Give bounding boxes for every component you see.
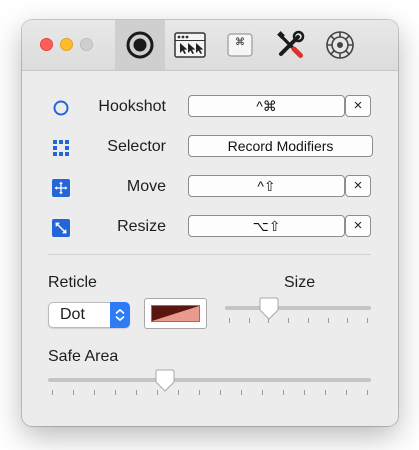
slider-tick — [325, 390, 326, 395]
shortcut-tab-icon: ⌘ — [227, 33, 253, 57]
slider-tick — [367, 318, 368, 323]
hookshot-clear-button[interactable]: × — [345, 95, 371, 117]
tab-shortcuts[interactable]: ⌘ — [215, 20, 265, 70]
size-label: Size — [284, 274, 316, 291]
selector-row: Selector Record Modifiers — [22, 135, 398, 159]
slider-tick — [288, 318, 289, 323]
move-label: Move — [126, 178, 166, 195]
slider-tick — [283, 390, 284, 395]
reticle-label: Reticle — [48, 274, 97, 291]
slider-tick — [304, 390, 305, 395]
slider-tick — [262, 390, 263, 395]
slider-tick — [115, 390, 116, 395]
selector-label: Selector — [107, 138, 166, 155]
safe-area-label: Safe Area — [48, 348, 119, 365]
hookshot-circle-icon — [53, 100, 69, 116]
zoom-button[interactable] — [80, 38, 93, 51]
slider-tick — [249, 318, 250, 323]
tab-advanced[interactable] — [315, 20, 365, 70]
slider-tick — [52, 390, 53, 395]
slider-tick — [220, 390, 221, 395]
slider-tick — [136, 390, 137, 395]
windows-tab-icon — [174, 32, 206, 58]
preferences-window: ⌘ Hookshot ^⌘ × Selector Record Modifier… — [22, 20, 398, 426]
tab-windows[interactable] — [165, 20, 215, 70]
updown-chevron-icon — [110, 302, 130, 328]
slider-tick — [199, 390, 200, 395]
section-divider — [48, 254, 371, 255]
size-slider-track[interactable] — [225, 306, 371, 310]
tab-tools[interactable] — [265, 20, 315, 70]
move-arrows-icon — [52, 179, 70, 197]
move-clear-button[interactable]: × — [345, 175, 371, 197]
resize-clear-button[interactable]: × — [345, 215, 371, 237]
slider-tick — [308, 318, 309, 323]
slider-tick — [241, 390, 242, 395]
reticle-tab-icon — [126, 31, 154, 59]
move-row: Move ^⇧ × — [22, 175, 398, 199]
slider-tick — [178, 390, 179, 395]
record-modifiers-button[interactable]: Record Modifiers — [188, 135, 373, 157]
slider-tick — [328, 318, 329, 323]
reticle-style-value: Dot — [60, 306, 85, 323]
selector-grid-icon — [53, 140, 69, 156]
hookshot-row: Hookshot ^⌘ × — [22, 95, 398, 119]
reticle-color-well[interactable] — [144, 298, 207, 329]
slider-tick — [94, 390, 95, 395]
resize-shortcut-field[interactable]: ⌥⇧ — [188, 215, 345, 237]
slider-tick — [347, 318, 348, 323]
tools-tab-icon — [277, 30, 305, 58]
hookshot-shortcut-field[interactable]: ^⌘ — [188, 95, 345, 117]
reticle-color-swatch — [151, 305, 200, 322]
slider-tick — [229, 318, 230, 323]
close-button[interactable] — [40, 38, 53, 51]
safe-area-slider-track[interactable] — [48, 378, 371, 382]
toolbar: ⌘ — [22, 20, 398, 71]
resize-label: Resize — [117, 218, 166, 235]
resize-row: Resize ⌥⇧ × — [22, 215, 398, 239]
move-shortcut-field[interactable]: ^⇧ — [188, 175, 345, 197]
size-slider-knob[interactable] — [258, 297, 280, 321]
tab-reticle[interactable] — [115, 20, 165, 70]
minimize-button[interactable] — [60, 38, 73, 51]
advanced-tab-icon — [326, 31, 354, 59]
slider-tick — [346, 390, 347, 395]
safe-area-slider-knob[interactable] — [154, 369, 176, 393]
hookshot-label: Hookshot — [98, 98, 166, 115]
slider-tick — [367, 390, 368, 395]
slider-tick — [73, 390, 74, 395]
svg-text:⌘: ⌘ — [235, 37, 245, 48]
resize-diagonal-icon — [52, 219, 70, 237]
reticle-style-popup[interactable]: Dot — [48, 302, 130, 328]
